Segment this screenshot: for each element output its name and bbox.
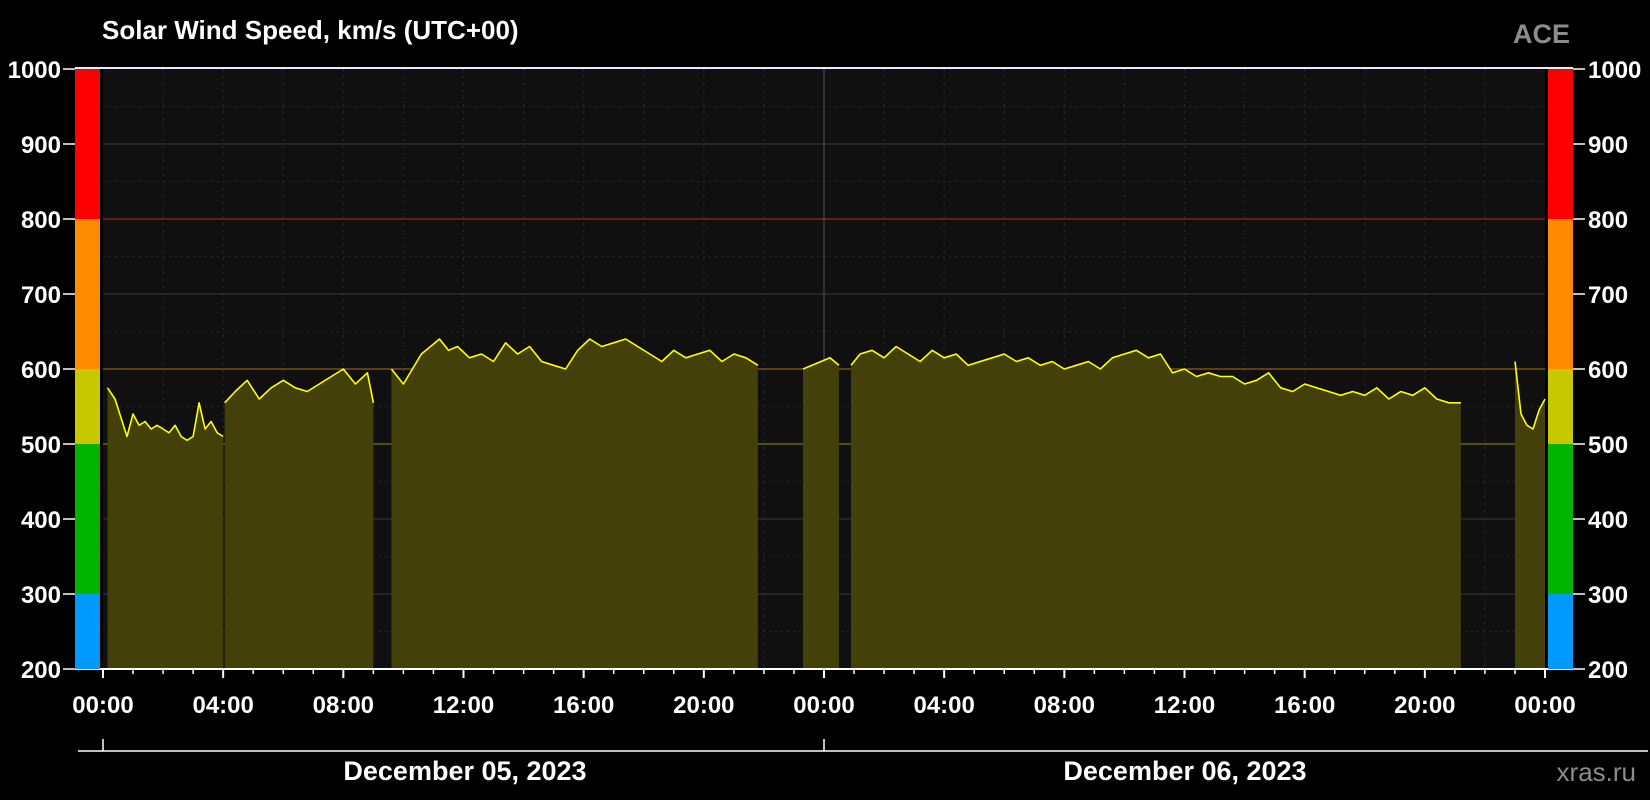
date-label-day2: December 06, 2023 xyxy=(1063,756,1306,786)
y-tick-label-right: 600 xyxy=(1588,357,1628,384)
y-tick-label-right: 500 xyxy=(1588,432,1628,459)
y-tick-label-left: 800 xyxy=(21,207,61,234)
chart-title: Solar Wind Speed, km/s (UTC+00) xyxy=(102,15,519,45)
y-tick-label-right: 700 xyxy=(1588,282,1628,309)
speed-area-2 xyxy=(391,339,758,669)
x-tick-label: 00:00 xyxy=(1514,692,1575,719)
y-tick-label-right: 1000 xyxy=(1588,57,1641,84)
y-tick-label-right: 800 xyxy=(1588,207,1628,234)
y-tick-label-left: 400 xyxy=(21,507,61,534)
y-tick-label-right: 300 xyxy=(1588,582,1628,609)
credit-label: xras.ru xyxy=(1557,757,1636,787)
color-scale-band xyxy=(1548,444,1573,594)
color-scale-band xyxy=(1548,369,1573,444)
date-label-day1: December 05, 2023 xyxy=(343,756,586,786)
x-tick-label: 20:00 xyxy=(673,692,734,719)
color-scale-band xyxy=(1548,219,1573,369)
source-label: ACE xyxy=(1513,19,1570,49)
color-scale-band xyxy=(75,219,100,369)
speed-area-3 xyxy=(803,357,839,669)
color-scale-band xyxy=(75,444,100,594)
x-tick-label: 00:00 xyxy=(72,692,133,719)
color-scale-band xyxy=(75,369,100,444)
x-axis-ticks: 00:00 04:00 08:00 12:00 16:00 20:00 00:00 04:00… xyxy=(72,669,1576,719)
y-tick-label-left: 500 xyxy=(21,432,61,459)
x-tick-label: 16:00 xyxy=(553,692,614,719)
color-scale-left xyxy=(75,69,100,669)
color-scale-band xyxy=(1548,69,1573,219)
speed-area-4 xyxy=(851,346,1461,669)
x-tick-label: 00:00 xyxy=(793,692,854,719)
x-tick-label: 04:00 xyxy=(192,692,253,719)
x-tick-label: 20:00 xyxy=(1394,692,1455,719)
x-tick-label: 08:00 xyxy=(1034,692,1095,719)
y-tick-label-right: 900 xyxy=(1588,132,1628,159)
color-scale-band xyxy=(75,594,100,669)
x-tick-label: 12:00 xyxy=(433,692,494,719)
speed-area-1 xyxy=(224,369,374,669)
x-tick-label: 08:00 xyxy=(313,692,374,719)
y-tick-label-right: 400 xyxy=(1588,507,1628,534)
x-tick-label: 04:00 xyxy=(913,692,974,719)
color-scale-right xyxy=(1548,69,1573,669)
y-tick-label-left: 700 xyxy=(21,282,61,309)
y-tick-label-left: 300 xyxy=(21,582,61,609)
color-scale-band xyxy=(75,69,100,219)
x-tick-label: 12:00 xyxy=(1154,692,1215,719)
x-tick-label: 16:00 xyxy=(1274,692,1335,719)
y-tick-label-left: 200 xyxy=(21,657,61,684)
y-tick-label-left: 600 xyxy=(21,357,61,384)
y-tick-label-left: 900 xyxy=(21,132,61,159)
solar-wind-chart: Solar Wind Speed, km/s (UTC+00) ACE 200 2… xyxy=(8,15,1648,787)
y-tick-label-left: 1000 xyxy=(8,57,61,84)
y-tick-label-right: 200 xyxy=(1588,657,1628,684)
color-scale-band xyxy=(1548,594,1573,669)
